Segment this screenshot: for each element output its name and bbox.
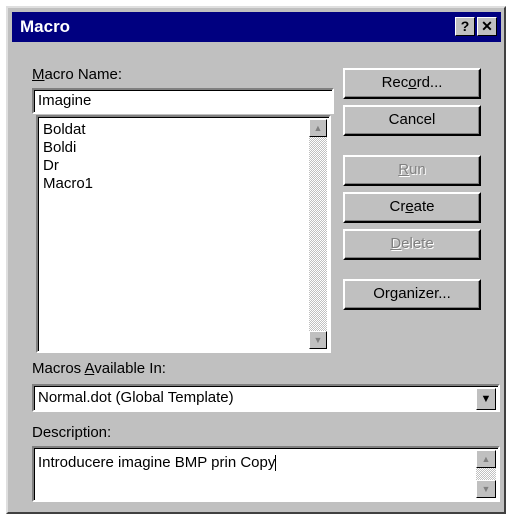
create-label-post: ate	[413, 198, 435, 215]
description-scrollbar[interactable]: ▲ ▼	[476, 450, 496, 498]
cancel-button[interactable]: Cancel	[343, 105, 481, 136]
available-in-label: Macros Available In:	[32, 360, 166, 377]
help-button[interactable]: ?	[455, 17, 475, 36]
organizer-button[interactable]: Organizer...	[343, 279, 481, 310]
run-label-key: R	[398, 161, 410, 178]
macro-name-input[interactable]: Imagine	[32, 88, 334, 114]
delete-label-post: elete	[401, 235, 434, 252]
title-bar[interactable]: Macro ? ✕	[12, 12, 501, 42]
record-label-pre: Rec	[381, 74, 409, 91]
help-icon: ?	[460, 18, 470, 34]
close-icon: ✕	[481, 18, 493, 34]
cancel-label: Cancel	[388, 111, 436, 128]
dropdown-button[interactable]: ▼	[476, 388, 496, 410]
create-label-key: e	[405, 198, 414, 215]
run-button[interactable]: Run	[343, 155, 481, 186]
available-in-value: Normal.dot (Global Template)	[38, 389, 234, 406]
record-label-post: rd...	[416, 74, 443, 91]
description-value: Introducere imagine BMP prin Copy	[38, 454, 277, 472]
scroll-up-icon: ▲	[313, 123, 323, 133]
organizer-label-pre: Or	[373, 285, 390, 302]
run-label-post: un	[409, 161, 426, 178]
macro-dialog: Macro ? ✕ Macro Name: Imagine Boldat Bol…	[6, 6, 506, 514]
scroll-up-button[interactable]: ▲	[309, 119, 327, 137]
macro-name-label: Macro Name:	[32, 66, 122, 83]
record-label-key: o	[408, 74, 417, 91]
organizer-label-key: g	[389, 285, 399, 302]
list-item[interactable]: Dr	[43, 157, 59, 174]
scroll-up-icon: ▲	[481, 454, 491, 464]
organizer-label-post: anizer...	[398, 285, 451, 302]
list-scrollbar[interactable]: ▲ ▼	[309, 119, 327, 349]
macro-list[interactable]: Boldat Boldi Dr Macro1 ▲ ▼	[36, 115, 331, 353]
scroll-down-button[interactable]: ▼	[309, 331, 327, 349]
create-label-pre: Cr	[389, 198, 406, 215]
list-item[interactable]: Boldat	[43, 121, 86, 138]
available-in-label-post: vailable In:	[94, 360, 166, 377]
chevron-down-icon: ▼	[480, 393, 492, 405]
macro-name-value: Imagine	[38, 92, 92, 109]
delete-button[interactable]: Delete	[343, 229, 481, 260]
scroll-down-icon: ▼	[481, 484, 491, 494]
dialog-title: Macro	[20, 17, 71, 36]
scroll-down-icon: ▼	[313, 335, 323, 345]
scroll-down-button[interactable]: ▼	[476, 480, 496, 498]
create-button[interactable]: Create	[343, 192, 481, 223]
available-in-label-key: A	[84, 360, 95, 377]
scroll-up-button[interactable]: ▲	[476, 450, 496, 468]
available-in-label-pre: Macros	[32, 360, 85, 377]
text-caret	[275, 455, 277, 472]
list-item[interactable]: Boldi	[43, 139, 76, 156]
available-in-select[interactable]: Normal.dot (Global Template) ▼	[32, 384, 500, 412]
close-button[interactable]: ✕	[477, 17, 497, 36]
list-item[interactable]: Macro1	[43, 175, 93, 192]
description-textarea[interactable]: Introducere imagine BMP prin Copy ▲ ▼	[32, 446, 500, 502]
macro-name-label-post: acro Name:	[44, 66, 123, 83]
macro-name-label-key: M	[32, 66, 45, 83]
record-button[interactable]: Record...	[343, 68, 481, 99]
description-label: Description:	[32, 424, 112, 441]
description-text: Introducere imagine BMP prin Copy	[38, 454, 276, 471]
delete-label-key: D	[390, 235, 402, 252]
